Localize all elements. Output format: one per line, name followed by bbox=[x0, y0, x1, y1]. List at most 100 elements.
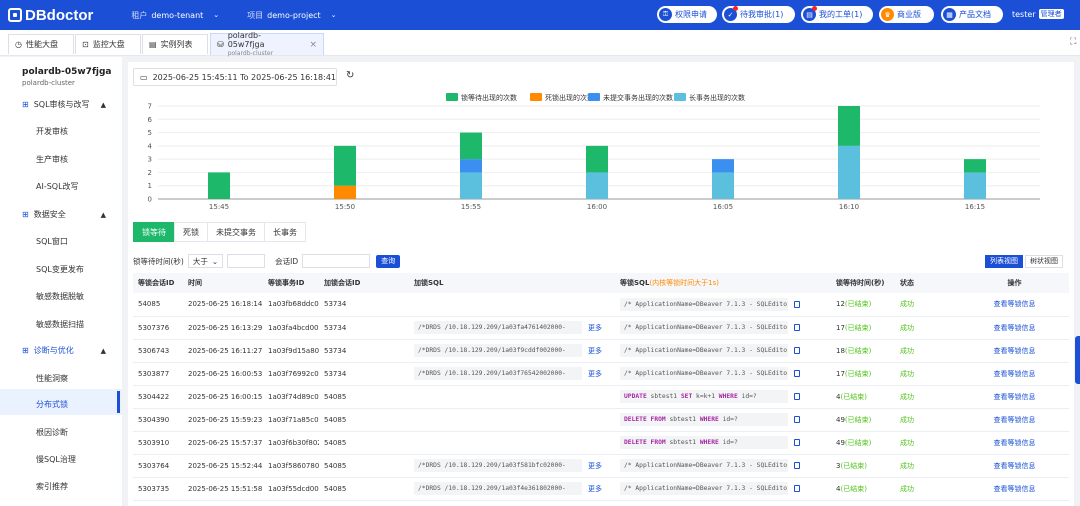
col-wait-session-id: 等锁会话ID bbox=[133, 273, 183, 293]
chevron-down-icon: ⌄ bbox=[213, 11, 220, 19]
cell-wait-trx-id: 1a03fb68ddc02 bbox=[263, 293, 319, 317]
project-selector[interactable]: 项目 demo-project ⌄ bbox=[247, 10, 336, 21]
operator-select[interactable]: 大于 ⌄ bbox=[187, 254, 224, 268]
sidebar-group-sql-review[interactable]: ⊞ SQL审核与改写 ▲ bbox=[22, 99, 112, 110]
cell-wait-trx-id: 1a03f58607802 bbox=[263, 454, 319, 478]
list-view-button[interactable]: 列表视图 bbox=[985, 254, 1023, 268]
date-range-picker[interactable]: ▭ 2025-06-25 15:45:11 To 2025-06-25 16:1… bbox=[133, 68, 337, 86]
sidebar-item-slow-sql[interactable]: 慢SQL治理 bbox=[36, 454, 76, 465]
sidebar-item-index-recommend[interactable]: 索引推荐 bbox=[36, 481, 68, 492]
copy-icon[interactable] bbox=[794, 485, 800, 492]
copy-icon[interactable] bbox=[794, 324, 800, 331]
cell-wait-seconds: 17(已结束) bbox=[831, 316, 895, 340]
lock-session-id: 54085 bbox=[324, 392, 347, 401]
view-lock-info-link[interactable]: 查看等锁信息 bbox=[994, 462, 1036, 470]
cell-wait-session-id: 5303877 bbox=[133, 362, 183, 386]
cell-lock-session-id: 53734 bbox=[319, 339, 409, 363]
status-value: 成功 bbox=[900, 438, 914, 447]
x-tick-label: 15:55 bbox=[461, 203, 481, 211]
tab-instance-list[interactable]: ▤ 实例列表 bbox=[142, 34, 208, 54]
permission-request-button[interactable]: ⚿ 权限申请 bbox=[657, 6, 717, 23]
copy-icon[interactable] bbox=[794, 393, 800, 400]
sidebar-item-dev-review[interactable]: 开发审核 bbox=[36, 126, 68, 137]
wait-time-input[interactable] bbox=[227, 254, 266, 268]
my-tickets-button[interactable]: ▤ 我的工单(1) bbox=[801, 6, 873, 23]
view-lock-info-link[interactable]: 查看等锁信息 bbox=[994, 300, 1036, 308]
cell-status: 成功 bbox=[895, 339, 955, 363]
sidebar-item-distributed-lock[interactable]: 分布式锁 bbox=[36, 399, 68, 410]
tab-uncommitted-trx[interactable]: 未提交事务 bbox=[207, 222, 265, 242]
sidebar-item-data-masking[interactable]: 敏感数据脱敏 bbox=[36, 291, 84, 302]
finished-state: (已结束) bbox=[844, 438, 872, 447]
view-lock-info-link[interactable]: 查看等锁信息 bbox=[994, 439, 1036, 447]
legend-label: 长事务出现的次数 bbox=[689, 93, 745, 102]
more-link[interactable]: 更多 bbox=[588, 485, 602, 493]
view-lock-info-link[interactable]: 查看等锁信息 bbox=[994, 393, 1036, 401]
refresh-icon[interactable]: ↻ bbox=[346, 70, 354, 81]
view-lock-info-link[interactable]: 查看等锁信息 bbox=[994, 324, 1036, 332]
sidebar-item-data-scan[interactable]: 敏感数据扫描 bbox=[36, 319, 84, 330]
cell-wait-session-id: 5306743 bbox=[133, 339, 183, 363]
lock-session-id: 53734 bbox=[324, 300, 347, 309]
app-logo[interactable]: DBdoctor bbox=[8, 7, 93, 24]
close-tab-icon[interactable]: × bbox=[309, 40, 317, 50]
tab-long-trx[interactable]: 长事务 bbox=[264, 222, 306, 242]
more-link[interactable]: 更多 bbox=[588, 324, 602, 332]
sidebar-group-data-security[interactable]: ⊞ 数据安全 ▲ bbox=[22, 209, 112, 220]
tab-lock-wait[interactable]: 锁等待 bbox=[133, 222, 175, 242]
tab-instance-detail[interactable]: ⛁ polardb-05w7fjga polardb-cluster × bbox=[210, 31, 324, 57]
tenant-selector[interactable]: 租户 demo-tenant ⌄ bbox=[131, 10, 219, 21]
cell-time: 2025-06-25 15:59:23 bbox=[183, 408, 263, 432]
view-lock-info-link[interactable]: 查看等锁信息 bbox=[994, 485, 1036, 493]
copy-icon[interactable] bbox=[794, 439, 800, 446]
sidebar-item-sql-window[interactable]: SQL窗口 bbox=[36, 236, 68, 247]
view-lock-info-link[interactable]: 查看等锁信息 bbox=[994, 347, 1036, 355]
user-name: tester bbox=[1012, 9, 1036, 19]
cell-actions: 查看等锁信息 bbox=[955, 316, 1069, 340]
sidebar-group-diagnosis[interactable]: ⊞ 诊断与优化 ▲ bbox=[22, 345, 112, 356]
sidebar-item-sql-change[interactable]: SQL变更发布 bbox=[36, 264, 84, 275]
copy-icon[interactable] bbox=[794, 462, 800, 469]
copy-icon[interactable] bbox=[794, 370, 800, 377]
view-lock-info-link[interactable]: 查看等锁信息 bbox=[994, 416, 1036, 424]
cell-lock-sql bbox=[409, 408, 615, 432]
fullscreen-icon[interactable]: ⛶ bbox=[1070, 37, 1076, 47]
sidebar-item-ai-sql-rewrite[interactable]: AI-SQL改写 bbox=[36, 181, 79, 192]
side-float-handle[interactable] bbox=[1075, 336, 1080, 384]
time-value: 2025-06-25 16:13:29 bbox=[188, 323, 263, 332]
sidebar-item-performance-insight[interactable]: 性能洞察 bbox=[36, 373, 68, 384]
bar-segment bbox=[838, 106, 860, 146]
copy-icon[interactable] bbox=[794, 416, 800, 423]
cell-wait-seconds: 12(已结束) bbox=[831, 293, 895, 317]
col-wait-seconds: 锁等待时间(秒) bbox=[831, 273, 895, 293]
cell-status: 成功 bbox=[895, 431, 955, 455]
query-button[interactable]: 查询 bbox=[376, 254, 401, 268]
tab-deadlock[interactable]: 死锁 bbox=[174, 222, 208, 242]
user-menu[interactable]: tester 管理者 bbox=[1012, 9, 1064, 19]
tree-view-button[interactable]: 树状视图 bbox=[1025, 254, 1063, 268]
bar-segment bbox=[712, 172, 734, 199]
more-link[interactable]: 更多 bbox=[588, 347, 602, 355]
wait-session-id: 5303735 bbox=[138, 484, 170, 493]
copy-icon[interactable] bbox=[794, 300, 800, 308]
cell-wait-trx-id: 1a03f6b30f802 bbox=[263, 431, 319, 455]
finished-state: (已结束) bbox=[844, 300, 872, 309]
more-link[interactable]: 更多 bbox=[588, 370, 602, 378]
more-link[interactable]: 更多 bbox=[588, 462, 602, 470]
pending-approval-button[interactable]: ✓ 待我审批(1) bbox=[722, 6, 795, 23]
sidebar-item-root-cause[interactable]: 根因诊断 bbox=[36, 427, 68, 438]
product-docs-button[interactable]: ▦ 产品文档 bbox=[941, 6, 1003, 23]
sidebar-instance-header: polardb-05w7fjga polardb-cluster bbox=[22, 67, 112, 87]
session-id-input[interactable] bbox=[302, 254, 371, 268]
bar-segment bbox=[964, 172, 986, 199]
view-lock-info-link[interactable]: 查看等锁信息 bbox=[994, 370, 1036, 378]
tab-monitor-dashboard[interactable]: ⊡ 监控大盘 bbox=[75, 34, 141, 54]
lock-session-id: 53734 bbox=[324, 369, 347, 378]
y-tick-label: 1 bbox=[148, 182, 152, 190]
copy-icon[interactable] bbox=[794, 347, 800, 354]
tab-performance-dashboard[interactable]: ◷ 性能大盘 bbox=[8, 34, 74, 54]
cell-lock-session-id: 53734 bbox=[319, 293, 409, 317]
sidebar-item-prod-review[interactable]: 生产审核 bbox=[36, 154, 68, 165]
status-value: 成功 bbox=[900, 461, 914, 470]
commercial-edition-button[interactable]: ♛ 商业版 bbox=[879, 6, 934, 23]
